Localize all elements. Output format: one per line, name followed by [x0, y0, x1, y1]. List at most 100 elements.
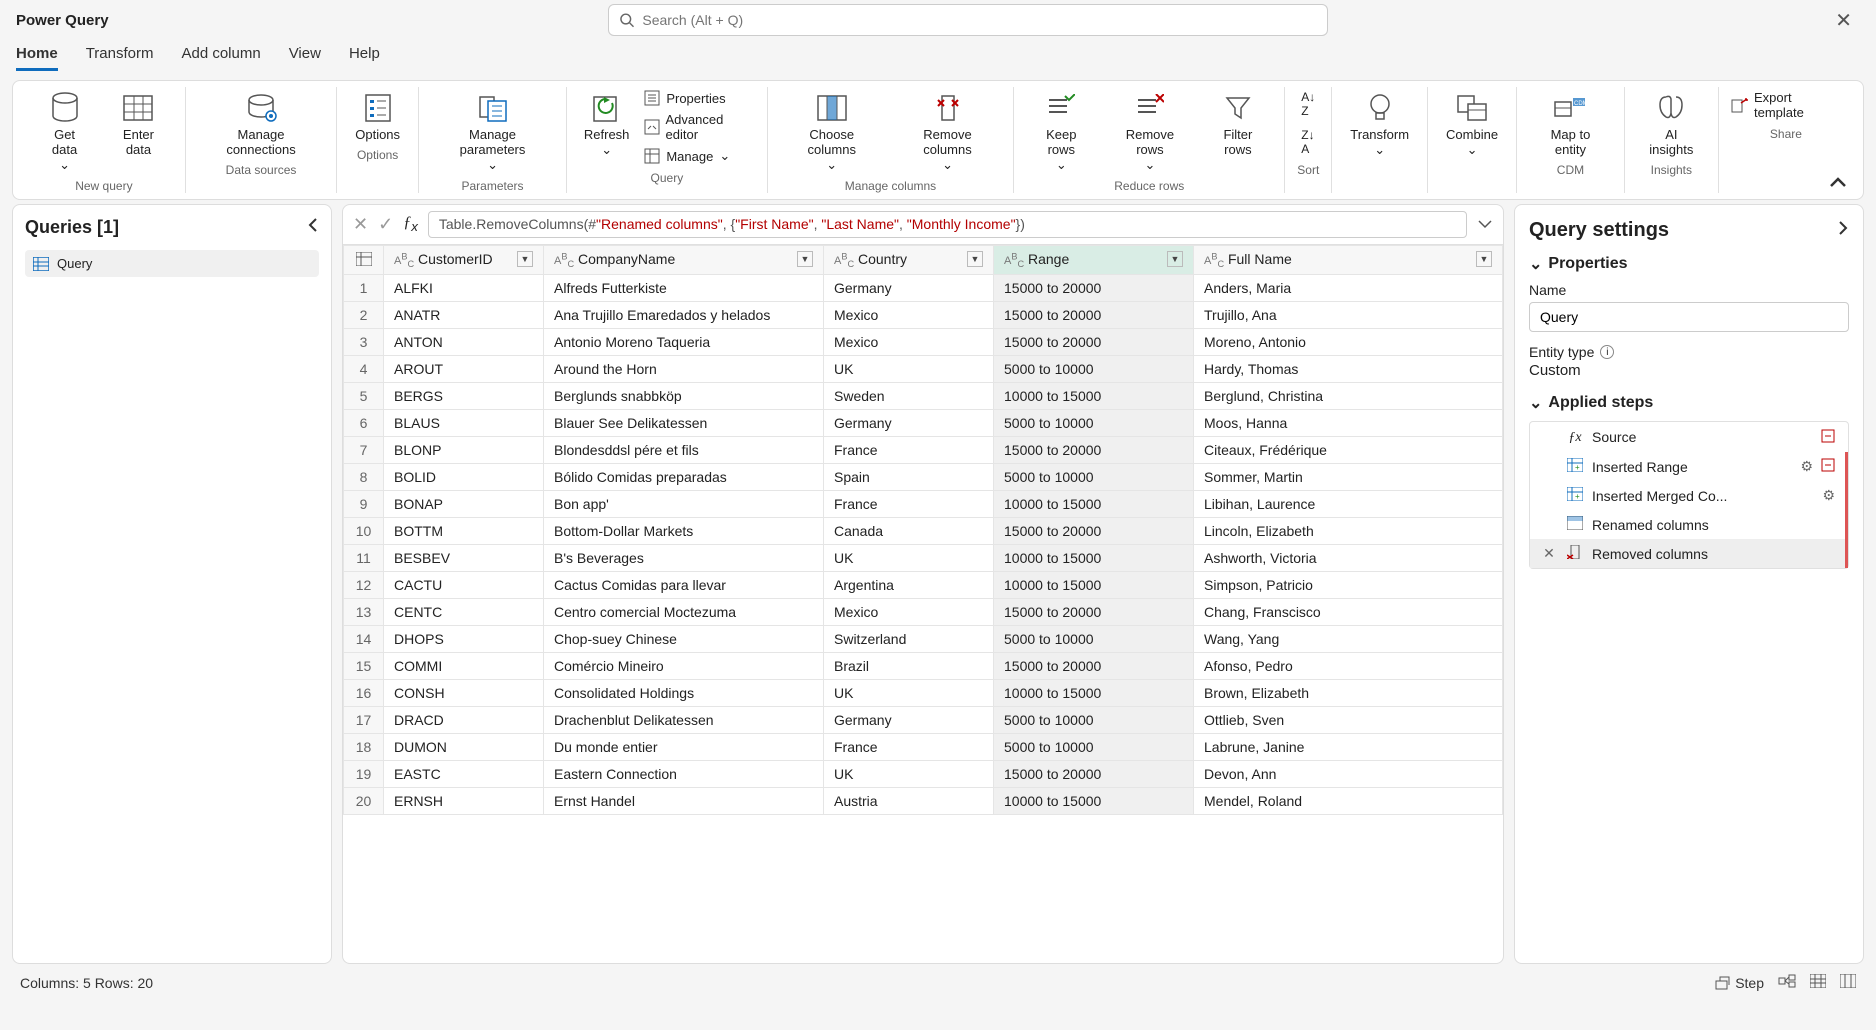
table-cell[interactable]: Libihan, Laurence [1194, 491, 1503, 518]
table-row[interactable]: 18DUMONDu monde entierFrance5000 to 1000… [344, 734, 1503, 761]
query-item[interactable]: Query [25, 250, 319, 277]
table-cell[interactable]: Mendel, Roland [1194, 788, 1503, 815]
table-cell[interactable]: 5000 to 10000 [994, 464, 1194, 491]
table-row[interactable]: 17DRACDDrachenblut DelikatessenGermany50… [344, 707, 1503, 734]
table-cell[interactable]: Chop-suey Chinese [544, 626, 824, 653]
table-cell[interactable]: 10000 to 15000 [994, 491, 1194, 518]
table-cell[interactable]: Bólido Comidas preparadas [544, 464, 824, 491]
table-cell[interactable]: Switzerland [824, 626, 994, 653]
advanced-editor-button[interactable]: Advanced editor [644, 109, 754, 145]
table-cell[interactable]: Mexico [824, 302, 994, 329]
table-cell[interactable]: Ashworth, Victoria [1194, 545, 1503, 572]
table-cell[interactable]: Austria [824, 788, 994, 815]
table-cell[interactable]: 10000 to 15000 [994, 788, 1194, 815]
table-cell[interactable]: Ernst Handel [544, 788, 824, 815]
tab-home[interactable]: Home [16, 45, 58, 71]
tab-help[interactable]: Help [349, 45, 380, 71]
table-cell[interactable]: Germany [824, 410, 994, 437]
table-row[interactable]: 1ALFKIAlfreds FutterkisteGermany15000 to… [344, 275, 1503, 302]
table-cell[interactable]: France [824, 734, 994, 761]
select-all-button[interactable] [344, 246, 384, 275]
table-cell[interactable]: Alfreds Futterkiste [544, 275, 824, 302]
table-cell[interactable]: Devon, Ann [1194, 761, 1503, 788]
map-entity-button[interactable]: CDM Map to entity [1529, 87, 1612, 159]
table-row[interactable]: 12CACTUCactus Comidas para llevarArgenti… [344, 572, 1503, 599]
table-cell[interactable]: 15000 to 20000 [994, 329, 1194, 356]
table-cell[interactable]: UK [824, 356, 994, 383]
table-cell[interactable]: Ottlieb, Sven [1194, 707, 1503, 734]
cancel-formula-button[interactable]: ✕ [353, 214, 368, 235]
table-cell[interactable]: Bon app' [544, 491, 824, 518]
table-cell[interactable]: 5000 to 10000 [994, 356, 1194, 383]
table-cell[interactable]: 10000 to 15000 [994, 383, 1194, 410]
choose-columns-button[interactable]: Choose columns ⌄ [780, 87, 884, 175]
accept-formula-button[interactable]: ✓ [378, 214, 393, 235]
table-cell[interactable]: 15000 to 20000 [994, 518, 1194, 545]
column-header-fullname[interactable]: ABC Full Name▼ [1194, 246, 1503, 275]
column-dropdown-icon[interactable]: ▼ [517, 251, 533, 267]
column-header-country[interactable]: ABC Country▼ [824, 246, 994, 275]
row-number[interactable]: 14 [344, 626, 384, 653]
remove-columns-button[interactable]: Remove columns ⌄ [894, 87, 1001, 175]
table-cell[interactable]: Brazil [824, 653, 994, 680]
row-number[interactable]: 11 [344, 545, 384, 572]
refresh-button[interactable]: Refresh ⌄ [579, 87, 634, 160]
table-cell[interactable]: Sweden [824, 383, 994, 410]
table-row[interactable]: 16CONSHConsolidated HoldingsUK10000 to 1… [344, 680, 1503, 707]
table-cell[interactable]: Around the Horn [544, 356, 824, 383]
table-row[interactable]: 4AROUTAround the HornUK5000 to 10000Hard… [344, 356, 1503, 383]
table-cell[interactable]: Sommer, Martin [1194, 464, 1503, 491]
table-cell[interactable]: Germany [824, 275, 994, 302]
table-cell[interactable]: BONAP [384, 491, 544, 518]
table-cell[interactable]: CACTU [384, 572, 544, 599]
combine-button[interactable]: Combine ⌄ [1440, 87, 1504, 160]
column-header-range[interactable]: ABC Range▼ [994, 246, 1194, 275]
row-number[interactable]: 5 [344, 383, 384, 410]
close-button[interactable]: ✕ [1827, 8, 1860, 33]
table-cell[interactable]: Eastern Connection [544, 761, 824, 788]
remove-rows-button[interactable]: Remove rows ⌄ [1106, 87, 1193, 175]
table-cell[interactable]: CONSH [384, 680, 544, 707]
table-cell[interactable]: 10000 to 15000 [994, 545, 1194, 572]
table-cell[interactable]: UK [824, 545, 994, 572]
properties-section[interactable]: ⌄Properties [1529, 254, 1849, 274]
table-cell[interactable]: Lincoln, Elizabeth [1194, 518, 1503, 545]
table-cell[interactable]: Labrune, Janine [1194, 734, 1503, 761]
table-cell[interactable]: 5000 to 10000 [994, 707, 1194, 734]
table-cell[interactable]: Bottom-Dollar Markets [544, 518, 824, 545]
row-number[interactable]: 12 [344, 572, 384, 599]
row-number[interactable]: 2 [344, 302, 384, 329]
column-dropdown-icon[interactable]: ▼ [797, 251, 813, 267]
row-number[interactable]: 13 [344, 599, 384, 626]
table-cell[interactable]: COMMI [384, 653, 544, 680]
table-cell[interactable]: Citeaux, Frédérique [1194, 437, 1503, 464]
table-cell[interactable]: Cactus Comidas para llevar [544, 572, 824, 599]
table-cell[interactable]: Afonso, Pedro [1194, 653, 1503, 680]
collapse-ribbon-button[interactable] [1829, 176, 1847, 191]
table-cell[interactable]: Moreno, Antonio [1194, 329, 1503, 356]
table-cell[interactable]: Berglunds snabbköp [544, 383, 824, 410]
row-number[interactable]: 16 [344, 680, 384, 707]
table-cell[interactable]: Antonio Moreno Taqueria [544, 329, 824, 356]
tab-add-column[interactable]: Add column [181, 45, 260, 71]
table-cell[interactable]: BESBEV [384, 545, 544, 572]
row-number[interactable]: 20 [344, 788, 384, 815]
manage-connections-button[interactable]: Manage connections [198, 87, 324, 159]
table-cell[interactable]: CENTC [384, 599, 544, 626]
table-cell[interactable]: Mexico [824, 599, 994, 626]
applied-step[interactable]: +Inserted Merged Co...⚙ [1530, 481, 1848, 510]
table-cell[interactable]: 15000 to 20000 [994, 437, 1194, 464]
table-row[interactable]: 20ERNSHErnst HandelAustria10000 to 15000… [344, 788, 1503, 815]
filter-rows-button[interactable]: Filter rows [1204, 87, 1273, 159]
table-cell[interactable]: Blauer See Delikatessen [544, 410, 824, 437]
sort-desc-button[interactable]: Z↓A [1301, 125, 1315, 159]
tab-view[interactable]: View [289, 45, 321, 71]
column-dropdown-icon[interactable]: ▼ [967, 251, 983, 267]
query-name-input[interactable] [1529, 302, 1849, 332]
step-button[interactable]: Step [1715, 975, 1764, 991]
properties-button[interactable]: Properties [644, 87, 754, 109]
expand-formula-button[interactable] [1477, 217, 1493, 232]
table-cell[interactable]: Simpson, Patricio [1194, 572, 1503, 599]
list-view-button[interactable] [1840, 974, 1856, 991]
table-cell[interactable]: BOLID [384, 464, 544, 491]
